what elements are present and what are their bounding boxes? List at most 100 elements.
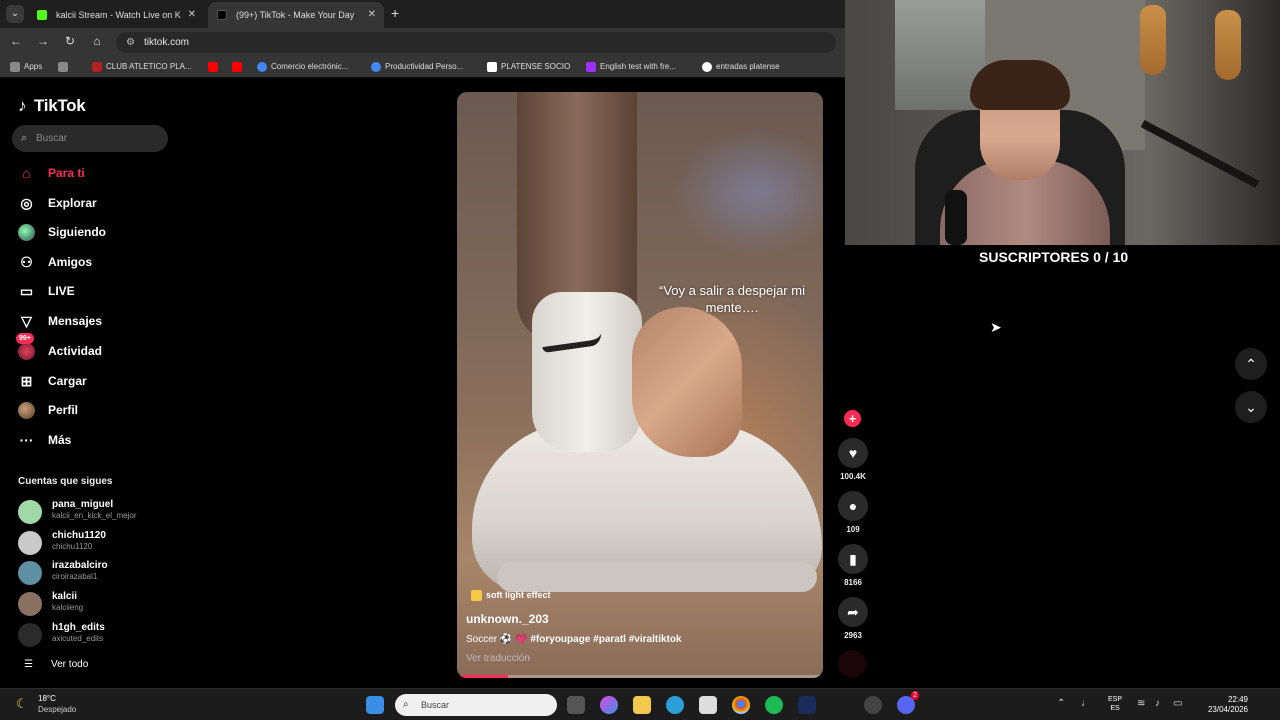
list-icon: ☰: [24, 659, 33, 670]
see-all-link[interactable]: ☰ Ver todo: [24, 659, 88, 670]
following-account[interactable]: irazabalciro ciroirazabal1: [18, 560, 218, 586]
share-count: 2963: [844, 631, 862, 640]
search-icon: ⌕: [21, 132, 28, 144]
tiktok-favicon-icon: [217, 10, 227, 20]
menu-item-actividad[interactable]: 99+ Actividad: [16, 333, 218, 362]
comment-action[interactable]: ● 109: [832, 491, 874, 534]
video-overlay-text: “Voy a salir a despejar mi mente….: [659, 283, 805, 315]
address-bar[interactable]: ⚙ tiktok.com: [116, 32, 836, 53]
weather-temperature: 18°C: [38, 694, 56, 703]
menu-item-cargar[interactable]: ⊞ Cargar: [18, 370, 218, 392]
file-explorer-icon[interactable]: [633, 696, 651, 714]
extension-icon[interactable]: [864, 696, 882, 714]
bookmark-productividad[interactable]: Productividad Perso...: [371, 60, 463, 74]
site-settings-icon[interactable]: ⚙: [126, 32, 135, 53]
new-tab-button[interactable]: +: [391, 5, 399, 21]
next-video-button[interactable]: ⌄: [1235, 391, 1267, 423]
effect-tag[interactable]: soft light effect: [471, 590, 551, 601]
apps-grid-icon: [10, 62, 20, 72]
chrome-icon[interactable]: [732, 696, 750, 714]
video-progress-fill: [457, 675, 509, 678]
tab-kick-stream[interactable]: kalcii Stream - Watch Live on K ✕: [28, 2, 204, 28]
reload-icon[interactable]: ↻: [62, 34, 78, 48]
close-tab-icon[interactable]: ✕: [368, 2, 376, 28]
youtube-icon: [232, 62, 242, 72]
language-indicator[interactable]: ESP ES: [1108, 695, 1122, 713]
discord-icon[interactable]: 2: [897, 691, 919, 714]
save-count: 8166: [844, 578, 862, 587]
forward-arrow-icon[interactable]: →: [35, 34, 51, 48]
save-action[interactable]: ▮ 8166: [832, 544, 874, 587]
bookmark-club-atletico[interactable]: CLUB ATLETICO PLA...: [92, 60, 192, 74]
music-disc-icon[interactable]: [838, 650, 866, 678]
bookmark-youtube-1[interactable]: [208, 60, 222, 74]
effect-icon: [471, 590, 482, 601]
windows-taskbar: ☾ 18°C Despejado ⌕ Buscar 2 ⌃ ♩ ESP ES ≋ ♪…: [0, 688, 1280, 720]
following-account[interactable]: pana_miguel kalcii_en_kick_el_mejor: [18, 499, 218, 525]
mouse-cursor-icon: ➤: [990, 319, 1002, 335]
bookmark-apps[interactable]: Apps: [10, 60, 42, 74]
spotify-icon[interactable]: [765, 696, 783, 714]
google-icon: [371, 62, 381, 72]
tiktok-note-icon: ♪: [18, 96, 27, 115]
home-icon[interactable]: ⌂: [89, 34, 105, 48]
tab-search-menu[interactable]: ⌄: [6, 5, 24, 23]
app-icon[interactable]: [798, 696, 816, 714]
store-icon[interactable]: [699, 696, 717, 714]
search-input[interactable]: ⌕ Buscar: [12, 125, 168, 152]
task-view-icon[interactable]: [567, 696, 585, 714]
share-icon: ➦: [838, 597, 868, 627]
close-tab-icon[interactable]: ✕: [188, 2, 196, 28]
heart-icon: ♥: [838, 438, 868, 468]
follow-creator-button[interactable]: +: [844, 410, 861, 427]
edge-icon[interactable]: [666, 696, 684, 714]
microphone-tray-icon[interactable]: ♩: [1081, 698, 1091, 709]
volume-icon[interactable]: ♪: [1155, 698, 1160, 709]
see-translation-link[interactable]: Ver traducción: [466, 653, 530, 664]
more-icon: ···: [19, 432, 34, 448]
tab-tiktok[interactable]: (99+) TikTok - Make Your Day ✕: [208, 2, 384, 28]
bookmark-youtube-2[interactable]: [232, 60, 246, 74]
previous-video-button[interactable]: ⌃: [1235, 348, 1267, 380]
system-clock[interactable]: 22:49 23/04/2026: [1198, 695, 1248, 715]
bookmark-entradas[interactable]: entradas platense: [702, 60, 780, 74]
windows-start-icon[interactable]: [366, 696, 384, 714]
menu-item-perfil[interactable]: Perfil: [18, 399, 218, 421]
video-progress-bar[interactable]: [457, 675, 823, 678]
following-account[interactable]: h1gh_edits axicuted_edits: [18, 622, 218, 648]
copilot-icon[interactable]: [600, 696, 618, 714]
tiktok-logo[interactable]: ♪ TikTok: [18, 96, 86, 116]
bookmark-platense-socio[interactable]: PLATENSE SOCIO: [487, 60, 570, 74]
browser-window: ⌄ kalcii Stream - Watch Live on K ✕ (99+…: [0, 0, 868, 688]
menu-item-mas[interactable]: ··· Más: [18, 429, 218, 451]
taskbar-search-input[interactable]: ⌕ Buscar: [395, 694, 557, 716]
platense-icon: [487, 62, 497, 72]
following-account[interactable]: kalcii kalciieng: [18, 591, 218, 617]
navigation-bar: ← → ↻ ⌂ ⚙ tiktok.com: [0, 28, 845, 56]
bookmark-comercio[interactable]: Comercio electrónic...: [257, 60, 348, 74]
menu-item-mensajes[interactable]: ▽ Mensajes: [18, 310, 218, 332]
menu-item-siguiendo[interactable]: Siguiendo: [18, 221, 218, 243]
battery-icon[interactable]: ▭: [1173, 698, 1182, 709]
following-account[interactable]: chichu1120 chichu1120: [18, 530, 218, 556]
upload-icon: ⊞: [20, 373, 33, 389]
video-description: Soccer ⚽ 💗 #foryoupage #paratl #viraltik…: [466, 634, 682, 645]
tray-chevron-icon[interactable]: ⌃: [1057, 698, 1065, 709]
menu-item-live[interactable]: ▭ LIVE: [18, 280, 218, 302]
tiktok-sidebar: ♪ TikTok ⌕ Buscar ⌂ Para ti ◎ Explorar Sigu…: [0, 78, 240, 688]
video-player[interactable]: “Voy a salir a despejar mi mente…. soft …: [457, 92, 823, 678]
share-action[interactable]: ➦ 2963: [832, 597, 874, 640]
menu-item-amigos[interactable]: ⚇ Amigos: [18, 251, 218, 273]
guitar-icon: [1215, 10, 1241, 80]
wifi-icon[interactable]: ≋: [1137, 698, 1145, 709]
bookmarks-bar: Apps CLUB ATLETICO PLA... Comercio elect…: [0, 56, 845, 78]
menu-item-para-ti[interactable]: ⌂ Para ti: [18, 162, 218, 184]
bookmark-icon: ▮: [838, 544, 868, 574]
video-hashtags[interactable]: #foryoupage #paratl #viraltiktok: [530, 634, 681, 645]
menu-item-explorar[interactable]: ◎ Explorar: [18, 192, 218, 214]
back-arrow-icon[interactable]: ←: [8, 34, 24, 48]
like-action[interactable]: ♥ 100.4K: [832, 438, 874, 481]
video-username[interactable]: unknown._203: [466, 612, 549, 626]
bookmark-grid[interactable]: [58, 60, 72, 74]
bookmark-english-test[interactable]: English test with fre...: [586, 60, 676, 74]
